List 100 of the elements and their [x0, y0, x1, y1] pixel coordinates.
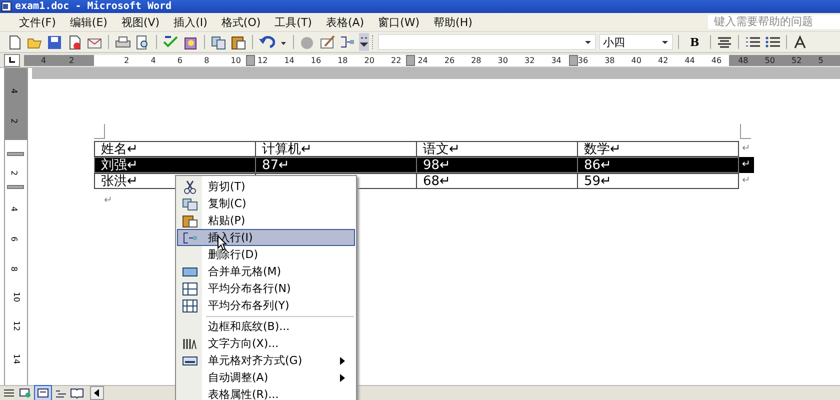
caret-icon [360, 36, 368, 48]
menu-item[interactable]: 格式(O) [214, 14, 268, 30]
ruler-number: 52 [792, 54, 802, 66]
ruler-number: 26 [444, 54, 455, 66]
table-cell: 68↵ [416, 173, 578, 189]
ruler-number: 4 [150, 54, 156, 66]
ruler-number: 2 [69, 54, 74, 66]
ruler-number: 4 [41, 54, 46, 66]
context-menu-item[interactable]: 合并单元格(M) [177, 263, 355, 280]
table-cell: 87↵ [255, 157, 417, 173]
column-marker[interactable] [406, 54, 415, 66]
menu-item[interactable]: 视图(V) [114, 14, 167, 30]
paste-icon [182, 212, 198, 228]
context-menu-item[interactable]: 删除行(D) [177, 246, 355, 263]
context-menu-item[interactable]: 粘贴(P) [177, 212, 355, 229]
ruler-number: 48 [738, 54, 748, 66]
ruler-number: 6 [8, 236, 19, 242]
row-marker[interactable] [7, 185, 24, 189]
scroll-left-icon[interactable] [90, 386, 104, 400]
paragraph-mark: ↵ [104, 195, 112, 206]
ruler-number: 38 [604, 54, 615, 66]
ruler-number: 20 [364, 54, 374, 66]
ruler-number: 40 [631, 54, 642, 66]
end-of-row-mark: ↵ [741, 174, 750, 188]
end-of-row-mark: ↵ [741, 142, 750, 156]
document-icon [1, 1, 12, 12]
ruler-number: 44 [684, 54, 695, 66]
context-menu-item[interactable]: 单元格对齐方式(G) [177, 352, 355, 369]
ruler-number: 10 [230, 54, 241, 66]
table-cell: 数学↵ [577, 141, 739, 157]
reading-view-icon[interactable] [70, 387, 84, 399]
context-menu-item[interactable]: 自动调整(A) [177, 369, 355, 386]
ruler-number: 30 [498, 54, 508, 66]
ruler-number: 4 [8, 88, 19, 94]
help-search-field[interactable]: 键入需要帮助的问题 [708, 15, 840, 29]
table-cell: 刘强↵ [94, 157, 256, 173]
column-marker[interactable] [246, 54, 255, 66]
ruler-number: 6 [177, 54, 182, 66]
ruler-number: 14 [11, 354, 22, 364]
tab-stop-icon [8, 56, 16, 64]
menu-item[interactable]: 插入(I) [166, 14, 214, 30]
ruler-number: 50 [764, 54, 775, 66]
crop-mark [740, 124, 751, 139]
ruler-number: 18 [338, 54, 348, 66]
ruler-number: 16 [310, 54, 322, 66]
context-menu-item[interactable]: 文字方向(X)... [177, 335, 355, 352]
menu-item[interactable]: 编辑(E) [62, 14, 114, 30]
ruler-number: 5 [818, 54, 824, 66]
tab-selector[interactable] [4, 54, 20, 66]
context-menu-item[interactable]: 表格属性(R)... [177, 386, 355, 400]
caret-icon [661, 38, 669, 46]
normal-view-icon[interactable] [2, 387, 16, 399]
row-marker[interactable] [7, 152, 24, 156]
save-icon[interactable] [46, 34, 63, 50]
ruler-number: 2 [8, 170, 19, 176]
context-menu-item[interactable]: 平均分布各行(N) [177, 280, 355, 297]
ruler-number: 22 [391, 54, 402, 66]
menu-item[interactable]: 工具(T) [268, 14, 319, 30]
menu-item[interactable]: 帮助(H) [426, 14, 480, 30]
menu-item[interactable]: 表格(A) [318, 14, 372, 30]
printer-icon[interactable] [114, 34, 131, 50]
undo-icon[interactable] [258, 34, 275, 50]
ruler-number: 24 [418, 54, 428, 66]
copy-icon[interactable] [210, 34, 227, 50]
web-view-icon[interactable] [18, 387, 32, 399]
ruler-number: 46 [711, 54, 722, 66]
ruler-number: 8 [204, 54, 210, 66]
ruler-number: 12 [258, 54, 268, 66]
ruler-number: 34 [551, 54, 562, 66]
caret-icon [584, 38, 592, 46]
copy-icon [182, 196, 198, 212]
insert-row-icon[interactable] [339, 34, 356, 50]
paste-icon[interactable] [230, 34, 247, 50]
context-menu-item[interactable]: 平均分布各列(Y) [177, 297, 355, 314]
menu-item[interactable]: 窗口(W) [371, 14, 427, 30]
print-view-icon[interactable] [34, 385, 52, 400]
column-marker[interactable] [569, 54, 578, 66]
table-cell: 计算机↵ [255, 141, 417, 157]
ruler-number: 42 [658, 54, 668, 66]
ruler-number: 2 [124, 54, 130, 66]
distribute-columns-icon [182, 298, 198, 314]
table-cell: 98↵ [416, 157, 578, 173]
context-menu-item[interactable]: 复制(C) [177, 195, 355, 212]
table-cell: 语文↵ [416, 141, 578, 157]
bold-button[interactable]: B [684, 36, 706, 48]
distribute-rows-icon [182, 280, 198, 296]
menu-item[interactable]: 文件(F) [12, 14, 63, 30]
ruler-number: 2 [8, 118, 19, 124]
selected-table-row[interactable]: 刘强↵ 87↵ 98↵ 86↵ ↵ [94, 157, 754, 173]
font-size-dropdown[interactable]: 小四 [599, 34, 673, 50]
ruler-number: 14 [284, 54, 294, 66]
table-cell: 姓名↵ [94, 141, 256, 157]
toolbar-options-button[interactable] [359, 33, 369, 51]
draw-table-icon[interactable] [319, 34, 336, 50]
bulleted-list-icon[interactable] [764, 34, 782, 50]
ruler-number: 32 [524, 54, 535, 66]
ruler-number: 36 [578, 54, 588, 66]
ruler-number: 4 [8, 206, 19, 212]
scissors-icon [182, 178, 198, 194]
ruler-number: 10 [11, 292, 22, 302]
